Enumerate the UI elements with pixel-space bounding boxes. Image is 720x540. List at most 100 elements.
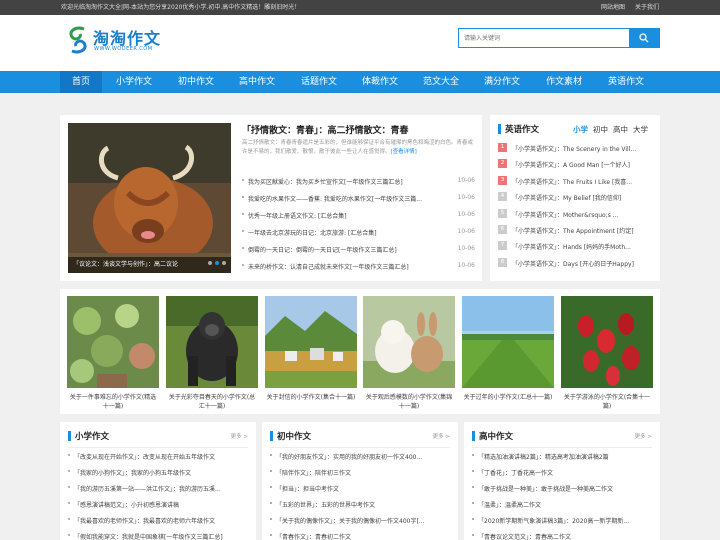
rank-badge: 4	[498, 192, 507, 202]
tab-junior[interactable]: 初中	[593, 125, 608, 134]
list-item[interactable]: 「丁香花」：丁香花高一作文	[472, 468, 652, 478]
divider	[68, 447, 248, 448]
nav-genre-essay[interactable]: 体裁作文	[354, 71, 406, 93]
hero-slide[interactable]: 「议论文：浅谈文学与创作」：高二议论	[68, 123, 231, 273]
primary-title: 小学作文	[75, 432, 110, 442]
bullet-icon	[472, 454, 474, 456]
bullet-icon	[270, 486, 272, 488]
list-item[interactable]: 「五彩的世界」：五彩的世界中考作文	[270, 500, 450, 510]
list-item[interactable]: 7 「小学英语作文」：Hands [妈妈的手Moth...	[498, 241, 653, 252]
section-marker	[68, 431, 71, 441]
bullet-icon	[270, 454, 272, 456]
list-item[interactable]: 4 「小学英语作文」：My Belief [我的信仰]	[498, 192, 653, 203]
list-item[interactable]: 1 「小学英语作文」：The Scenery in the Vill...	[498, 143, 653, 154]
more-link[interactable]: 更多 >	[231, 432, 248, 440]
list-item[interactable]: 「精选加油演讲稿2篇」：精选高考加油演讲稿2篇	[472, 452, 652, 462]
nav-home[interactable]: 首页	[60, 71, 102, 93]
header: 淘淘作文 WWW.WODEER.COM	[0, 15, 720, 71]
list-item[interactable]: 「假如我能穿文：我就是中国象棋[一年级作文三篇汇总]	[68, 532, 248, 540]
list-item[interactable]: 优秀一年级上册语文作文: [汇总合集] 10-06	[242, 211, 475, 221]
rank-badge: 7	[498, 241, 507, 251]
bullet-icon	[68, 486, 70, 488]
slide-dot[interactable]	[222, 261, 226, 265]
gorilla-image	[166, 296, 258, 388]
view-details-link[interactable]: [查看详情]	[391, 149, 417, 155]
nav-essay-material[interactable]: 作文素材	[538, 71, 590, 93]
bullet-icon	[68, 534, 70, 536]
list-item[interactable]: 6 「小学英语作文」：The Appointment [约定]	[498, 225, 653, 236]
nav-english-essay[interactable]: 英语作文	[600, 71, 652, 93]
list-item[interactable]: 「敢于挑战是一种美」：敢于挑战是一种美高二作文	[472, 484, 652, 494]
nav-primary-essay[interactable]: 小学作文	[108, 71, 160, 93]
bullet-icon	[242, 247, 244, 249]
bullet-icon	[242, 264, 244, 266]
bullet-icon	[270, 518, 272, 520]
more-link[interactable]: 更多 >	[433, 432, 450, 440]
rank-badge: 1	[498, 143, 507, 152]
bullet-icon	[270, 534, 272, 536]
list-item[interactable]: 「青春作文」：青春初二作文	[270, 532, 450, 540]
featured-title[interactable]: 「抒情散文：青春」：高二抒情散文：青春	[242, 123, 409, 136]
featured-description: 高二抒情散文：青春青春遗片是五彩的，但谁能够保证平合有璀璨的黑色和晦涩的白色。青…	[242, 140, 474, 155]
nav-full-score-essay[interactable]: 满分作文	[476, 71, 528, 93]
english-essay-panel: 英语作文 小学 初中 高中 大学 1 「小学英语作文」：The Scenery in t…	[490, 115, 660, 281]
about-link[interactable]: 关于我们	[635, 4, 659, 11]
list-item[interactable]: 8 「小学英语作文」：Days [开心的日子Happy]	[498, 257, 653, 269]
list-item[interactable]: 倒霉的一天日记：倒霉的一天日记[一年级作文三篇汇总] 10-06	[242, 245, 475, 255]
village-image	[265, 296, 357, 388]
more-link[interactable]: 更多 >	[635, 432, 652, 440]
top-links: 网站地图 关于我们	[593, 0, 659, 15]
search-button[interactable]	[629, 29, 659, 47]
nav-senior-essay[interactable]: 高中作文	[231, 71, 283, 93]
section-marker	[270, 431, 273, 441]
list-item[interactable]: 5 「小学英语作文」：Mother&rsquo;s ...	[498, 208, 653, 220]
site-logo[interactable]: 淘淘作文 WWW.WODEER.COM	[66, 25, 166, 59]
bullet-icon	[472, 502, 474, 504]
list-item[interactable]: 一年级去北京游玩的日记：北京旅游: [汇总合集] 10-06	[242, 228, 475, 238]
list-item[interactable]: 2 「小学英语作文」：A Good Man [一个好人]	[498, 159, 653, 170]
primary-essay-panel: 小学作文 更多 > 「改変从现在开始作文」：改变从现在开始五年级作文 「我家的小…	[60, 422, 256, 540]
list-item[interactable]: 「陪伴作文」：陪伴初三作文	[270, 468, 450, 478]
nav-junior-essay[interactable]: 初中作文	[170, 71, 222, 93]
gallery-caption: 关于过年的小学作文(汇总十一篇)	[463, 394, 553, 401]
tab-senior[interactable]: 高中	[613, 125, 628, 134]
rank-badge: 8	[498, 257, 507, 267]
list-item[interactable]: 我为买区献爱心：我为买乡忙宣作文[一年级作文三篇汇总] 10-06	[242, 177, 475, 187]
rank-badge: 2	[498, 159, 507, 169]
slide-dot-active[interactable]	[215, 261, 219, 265]
tab-university[interactable]: 大学	[633, 125, 648, 134]
logo-url: WWW.WODEER.COM	[94, 46, 153, 52]
logo-swirl-icon	[69, 26, 87, 54]
list-item[interactable]: 未来的桥作文：认清自己成就未来作文[一年级作文三篇汇总] 10-06	[242, 262, 475, 272]
slide-dot[interactable]	[208, 261, 212, 265]
tab-primary[interactable]: 小学	[573, 125, 588, 134]
gallery-caption: 关于学游泳的小学作文(合集十一篇)	[563, 394, 651, 410]
list-item[interactable]: 「感恩演讲稿范文」：小升初感恩演讲稿	[68, 500, 248, 510]
list-item[interactable]: 「我的游历五溪第一站——洪江作文」：我的游历五溪...	[68, 484, 248, 494]
list-item[interactable]: 「担当」：担当中考作文	[270, 484, 450, 494]
list-item[interactable]: 「我的好朋友作文」：实用的我的好朋友初一作文400...	[270, 452, 450, 462]
list-item[interactable]: 「2020新学期新气象演讲稿3篇」：2020高一新学期新...	[472, 516, 652, 526]
wheat-field-image	[462, 296, 554, 388]
section-marker	[472, 431, 475, 441]
senior-title: 高中作文	[479, 432, 514, 442]
bullet-icon	[472, 518, 474, 520]
list-item[interactable]: 「关于我的偶像作文」：关于我的偶像初一作文400字[...	[270, 516, 450, 526]
bullet-icon	[242, 213, 244, 215]
list-item[interactable]: 「我家的小狗作文」：我家的小狗五年级作文	[68, 468, 248, 478]
list-item[interactable]: 3 「小学英语作文」：The Fruits I Like [我喜...	[498, 175, 653, 187]
sitemap-link[interactable]: 网站地图	[601, 4, 625, 11]
bullet-icon	[242, 179, 244, 181]
nav-sample-essays[interactable]: 范文大全	[415, 71, 467, 93]
gallery-caption: 关于观后感模数的小学作文(集锦十一篇)	[365, 394, 453, 410]
list-item[interactable]: 我爱吃的水果作文——香蕉: 我爱吃的水果作文[一年级作文三篇... 10-06	[242, 194, 475, 204]
bullet-icon	[242, 230, 244, 232]
list-item[interactable]: 「青春议论文范文」：青春高二作文	[472, 532, 652, 540]
bullet-icon	[472, 534, 474, 536]
list-item[interactable]: 「改変从现在开始作文」：改变从现在开始五年级作文	[68, 452, 248, 462]
list-item[interactable]: 「我最喜欢的老师作文」：我最喜欢的老师六年级作文	[68, 516, 248, 526]
list-item[interactable]: 「温柔」：温柔高二作文	[472, 500, 652, 510]
search-input[interactable]	[459, 29, 630, 47]
bullet-icon	[68, 518, 70, 520]
nav-topic-essay[interactable]: 话题作文	[293, 71, 345, 93]
